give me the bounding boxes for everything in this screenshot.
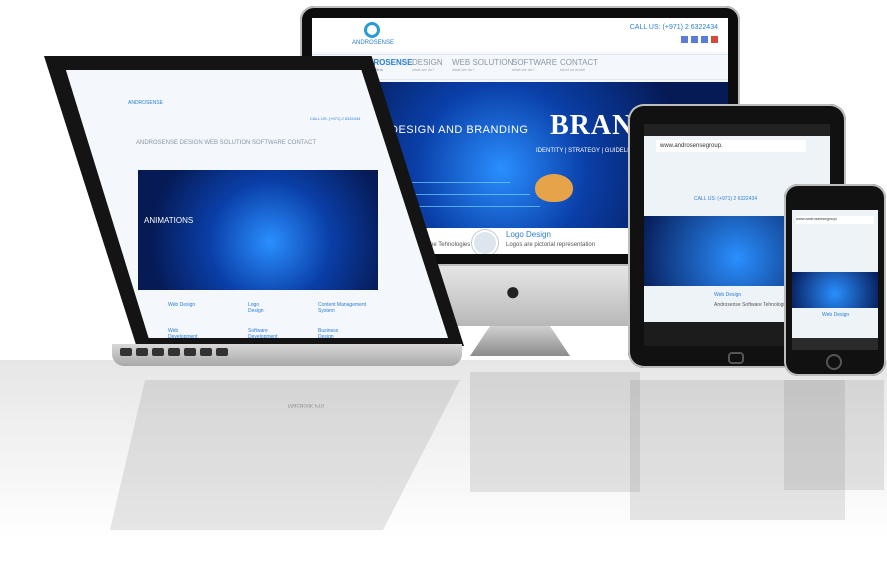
banner-title: DESIGN AND BRANDING [390, 124, 529, 136]
phone-screen: www.androsensegroup Web Design [792, 210, 878, 350]
service-description: Logos are pictorial representation [506, 242, 596, 248]
nav-item-web-solution[interactable]: WEB SOLUTION what we do? [452, 58, 513, 72]
banner-tagline: IDENTITY | STRATEGY | GUIDELINES [536, 148, 642, 154]
service-item[interactable]: Web Design [168, 302, 195, 308]
laptop-nav[interactable]: ANDROSENSE DESIGN WEB SOLUTION SOFTWARE … [136, 140, 316, 146]
service-item[interactable]: Logo Design [248, 302, 264, 314]
site-header: ANDROSENSE CALL US: (+971) 2 6322434 [312, 18, 728, 52]
nav-item-design[interactable]: DESIGN what we do? [412, 58, 443, 72]
circuit-line [410, 194, 530, 195]
laptop-logo-text: ANDROSENSE [128, 100, 164, 106]
youtube-icon[interactable] [711, 36, 718, 43]
laptop-banner-text: ANIMATIONS [144, 216, 194, 225]
phone-home-button[interactable] [826, 354, 842, 370]
service-item[interactable]: Business Design [318, 328, 338, 338]
facebook-icon[interactable] [681, 36, 688, 43]
service-item[interactable]: Software Development [248, 328, 277, 338]
tablet-call-us: CALL US: (+971) 2 6322434 [694, 196, 758, 202]
tablet-status-bar [644, 124, 830, 136]
twitter-icon[interactable] [701, 36, 708, 43]
imac-stand [470, 326, 570, 356]
phone-nav-bar [792, 338, 878, 350]
apple-logo-icon: ● [505, 276, 521, 306]
service-item[interactable]: Web Development [168, 328, 197, 338]
imac-reflection [470, 372, 640, 492]
service-title[interactable]: Logo Design [506, 230, 551, 239]
reflection-base-label: MacBook Pro [288, 402, 325, 408]
laptop-services: Web Design Logo Design Content Managemen… [168, 302, 366, 338]
service-item[interactable]: Content Management System [318, 302, 378, 314]
service-left-text: ne Tehnologies [430, 242, 471, 248]
tablet-url-bar[interactable]: www.androsensegroup. [656, 140, 806, 152]
phone-service-title[interactable]: Web Design [822, 312, 849, 318]
tablet-service-title[interactable]: Web Design [714, 292, 741, 298]
phone-banner [792, 272, 878, 308]
nav-item-software[interactable]: SOFTWARE what we do? [512, 58, 557, 72]
tablet-service-desc: Androsense Software Tehnologies [714, 302, 790, 308]
linkedin-icon[interactable] [691, 36, 698, 43]
phone-reflection [784, 380, 884, 490]
laptop-keyboard [120, 348, 290, 358]
phone-url-bar[interactable]: www.androsensegroup [796, 216, 874, 224]
social-icons [681, 36, 718, 43]
tablet-home-button[interactable] [728, 352, 744, 364]
logo-text: ANDROSENSE [352, 40, 395, 46]
call-us-text: CALL US: (+971) 2 6322434 [629, 24, 718, 31]
nav-item-contact[interactable]: CONTACT send us email [560, 58, 598, 72]
laptop-call-us: CALL US: (+971) 2 6322434 [310, 116, 361, 121]
logo-design-icon[interactable] [472, 230, 498, 254]
logo-icon [364, 22, 380, 38]
paint-palette-icon [535, 174, 573, 202]
laptop-banner [138, 170, 378, 290]
